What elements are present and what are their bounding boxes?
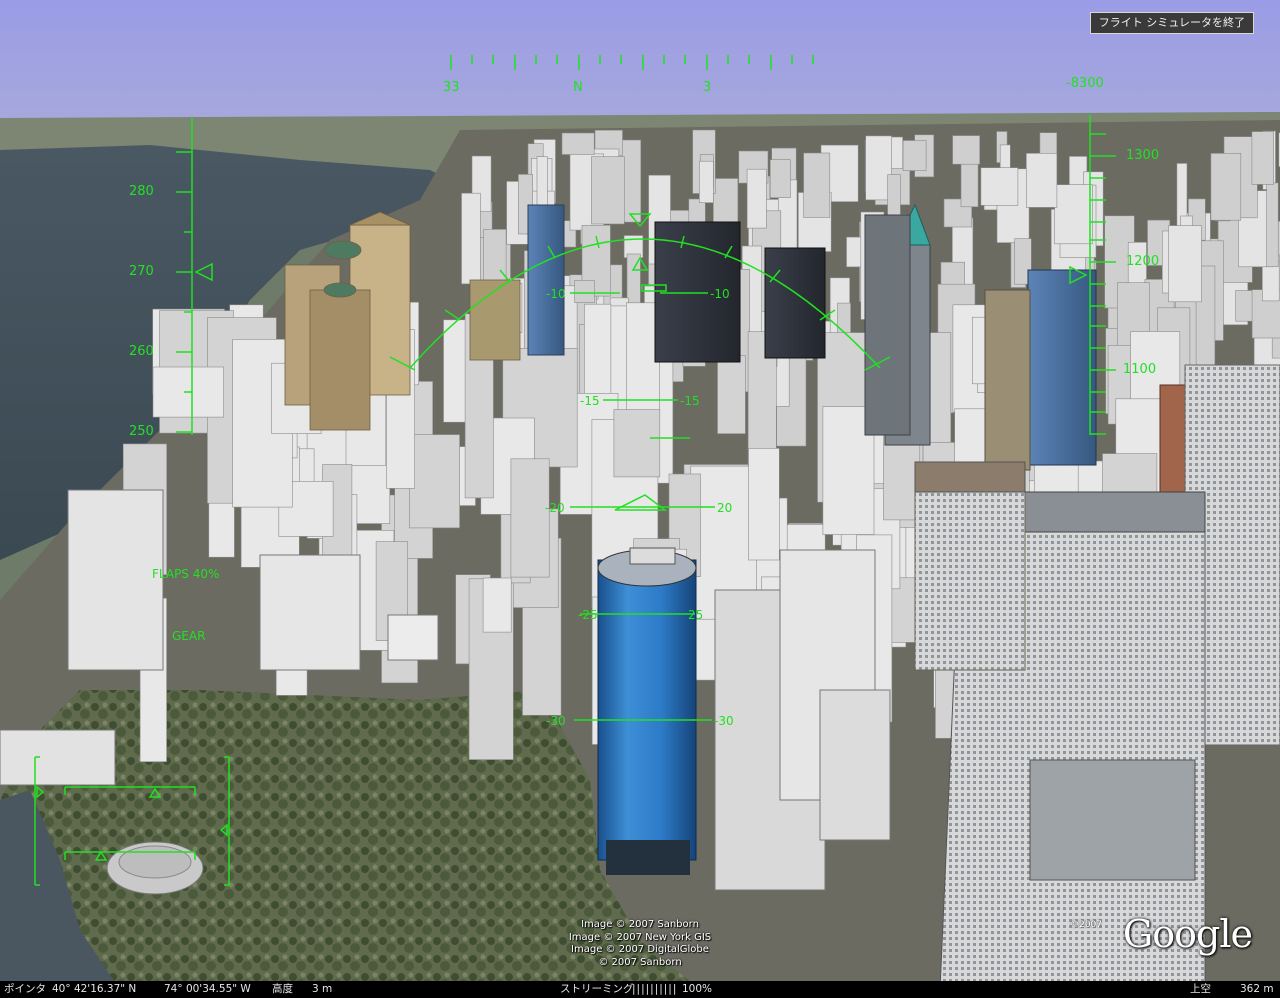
pitch-ladder xyxy=(570,284,715,721)
altitude-label-1100: 1100 xyxy=(1123,362,1157,377)
flaps-indicator: FLAPS 40% xyxy=(152,567,220,581)
airspeed-label-280: 280 xyxy=(129,184,154,199)
pitch-label-15-right: -15 xyxy=(680,394,700,408)
credit-line: Image © 2007 DigitalGlobe xyxy=(571,944,709,955)
google-logo: Google xyxy=(1122,912,1253,956)
heading-label-north: N xyxy=(573,80,583,95)
eye-altitude-value: 362 m xyxy=(1240,983,1274,995)
airspeed-label-260: 260 xyxy=(129,344,154,359)
elevation-value: 3 m xyxy=(312,983,333,995)
heading-label-33: 33 xyxy=(443,80,460,95)
pitch-label-30-right: -30 xyxy=(714,714,734,728)
altitude-label-1300: 1300 xyxy=(1126,148,1160,163)
control-position-indicator xyxy=(34,756,230,886)
heading-tape-ticks xyxy=(450,55,814,70)
pitch-label-10-right: -10 xyxy=(710,287,730,301)
airspeed-label-270: 270 xyxy=(129,264,154,279)
pitch-label-30-left: -30 xyxy=(546,714,566,728)
pitch-label-20-left: -20 xyxy=(545,501,565,515)
pointer-longitude: 74° 00'34.55" W xyxy=(164,983,251,995)
pitch-label-15-left: -15 xyxy=(580,394,600,408)
gear-indicator: GEAR xyxy=(172,629,206,643)
flight-hud xyxy=(34,55,1116,886)
elevation-label: 高度 xyxy=(272,983,293,995)
vertical-speed-readout: -8300 xyxy=(1066,76,1104,91)
credit-line: © 2007 Sanborn xyxy=(598,956,682,968)
bank-angle-arc xyxy=(389,213,891,371)
heading-label-3: 3 xyxy=(703,80,712,95)
eye-altitude-label: 上空 xyxy=(1190,983,1211,995)
streaming-label: ストリーミング xyxy=(560,983,634,995)
exit-flight-simulator-button[interactable]: フライト シミュレータを終了 xyxy=(1089,12,1254,34)
streaming-percent: 100% xyxy=(682,983,713,995)
pointer-label: ポインタ xyxy=(4,983,46,995)
google-copyright: ©2007 xyxy=(1070,920,1102,930)
airspeed-tape xyxy=(176,118,213,435)
altitude-label-1200: 1200 xyxy=(1126,254,1160,269)
altitude-tape xyxy=(1069,115,1116,435)
pitch-label-10-left: -10 xyxy=(546,287,566,301)
status-bar: ポインタ 40° 42'16.37" N 74° 00'34.55" W 高度 … xyxy=(0,981,1280,998)
pitch-label-25-left: -25 xyxy=(578,608,598,622)
streaming-progress: |||||||||| xyxy=(632,983,678,995)
pitch-label-25-right: 25 xyxy=(688,608,704,622)
pitch-label-20-right: 20 xyxy=(717,501,733,515)
airspeed-label-250: 250 xyxy=(129,424,154,439)
credit-line: Image © 2007 New York GIS xyxy=(568,931,712,943)
pointer-latitude: 40° 42'16.37" N xyxy=(52,983,137,995)
